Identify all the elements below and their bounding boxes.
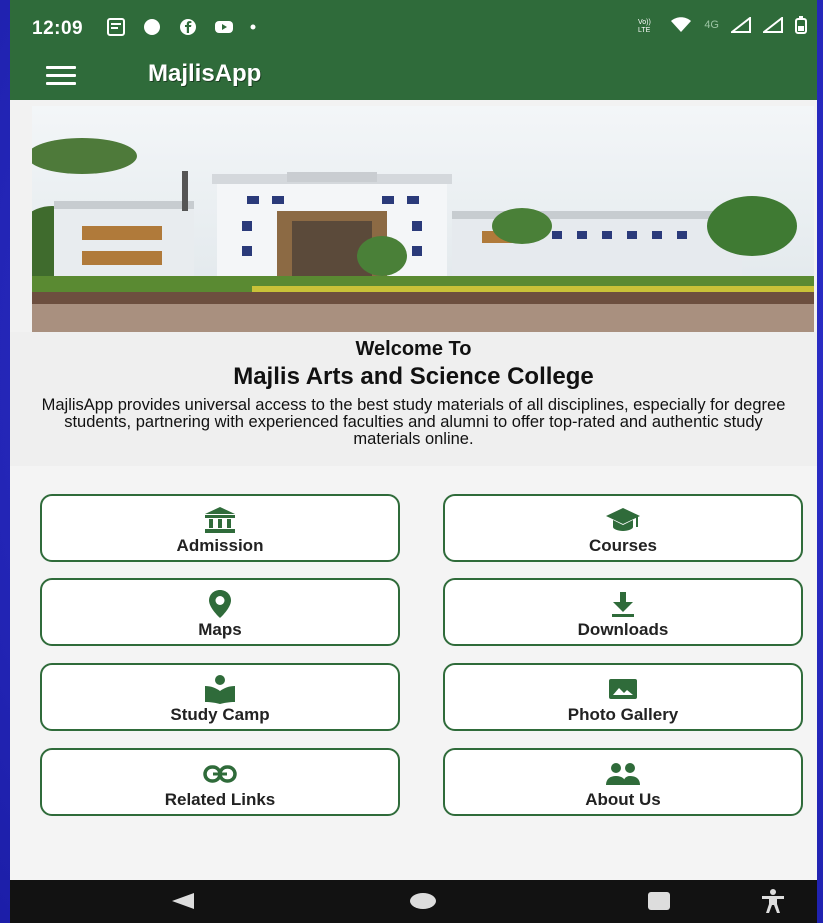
book-reader-icon bbox=[205, 675, 235, 704]
courses-button[interactable]: Courses bbox=[443, 494, 803, 562]
dot-icon bbox=[250, 24, 256, 30]
circle-icon bbox=[144, 19, 160, 35]
status-time: 12:09 bbox=[32, 18, 84, 39]
related-links-label: Related Links bbox=[164, 790, 276, 809]
network-type: 4G bbox=[704, 19, 719, 31]
system-nav-bar bbox=[10, 880, 817, 923]
users-icon bbox=[606, 763, 640, 785]
study-camp-label: Study Camp bbox=[170, 705, 270, 724]
notification-icons bbox=[106, 18, 256, 36]
graduation-cap-icon bbox=[606, 508, 640, 531]
maps-label: Maps bbox=[198, 620, 242, 639]
app-bar: MajlisApp bbox=[10, 52, 817, 100]
home-button[interactable] bbox=[410, 893, 436, 909]
photo-gallery-label: Photo Gallery bbox=[567, 705, 679, 724]
college-name: Majlis Arts and Science College bbox=[233, 363, 594, 390]
facebook-icon bbox=[180, 19, 196, 35]
maps-button[interactable]: Maps bbox=[40, 578, 400, 646]
welcome-section: Welcome To Majlis Arts and Science Colle… bbox=[10, 332, 817, 466]
signal-icon-2 bbox=[763, 17, 783, 33]
bank-icon bbox=[205, 507, 235, 533]
wifi-icon bbox=[671, 17, 692, 32]
photo-gallery-button[interactable]: Photo Gallery bbox=[443, 663, 803, 731]
link-icon bbox=[203, 765, 237, 783]
download-icon bbox=[612, 592, 634, 617]
welcome-heading: Welcome To bbox=[355, 338, 472, 360]
app-title: MajlisApp bbox=[148, 60, 262, 87]
back-button[interactable] bbox=[172, 893, 194, 909]
welcome-description: MajlisApp provides universal access to t… bbox=[41, 396, 786, 448]
signal-icon bbox=[731, 17, 751, 33]
college-building-illustration bbox=[32, 106, 814, 332]
downloads-label: Downloads bbox=[577, 620, 669, 639]
courses-label: Courses bbox=[588, 536, 658, 555]
about-us-button[interactable]: About Us bbox=[443, 748, 803, 816]
system-status-icons: Vo)) LTE 4G bbox=[638, 16, 807, 34]
menu-grid: Admission Courses Maps Downloads Study C… bbox=[10, 466, 817, 880]
phone-screen: 12:09 Vo)) LTE 4G MajlisApp Welcome To M… bbox=[10, 0, 817, 923]
map-pin-icon bbox=[209, 590, 231, 618]
admission-label: Admission bbox=[176, 536, 264, 555]
recents-button[interactable] bbox=[648, 892, 670, 910]
admission-button[interactable]: Admission bbox=[40, 494, 400, 562]
about-us-label: About Us bbox=[585, 790, 661, 809]
youtube-icon bbox=[215, 21, 233, 33]
accessibility-icon[interactable] bbox=[760, 888, 786, 914]
notes-icon bbox=[107, 18, 125, 36]
study-camp-button[interactable]: Study Camp bbox=[40, 663, 400, 731]
svg-text:LTE: LTE bbox=[638, 27, 651, 34]
svg-text:Vo)): Vo)) bbox=[638, 19, 651, 26]
college-banner-image bbox=[32, 106, 814, 332]
image-icon bbox=[609, 679, 637, 699]
volte-icon: Vo))LTE bbox=[638, 19, 651, 34]
menu-icon[interactable] bbox=[46, 66, 76, 86]
downloads-button[interactable]: Downloads bbox=[443, 578, 803, 646]
related-links-button[interactable]: Related Links bbox=[40, 748, 400, 816]
battery-icon bbox=[795, 16, 807, 34]
status-bar: 12:09 Vo)) LTE 4G bbox=[10, 0, 817, 52]
